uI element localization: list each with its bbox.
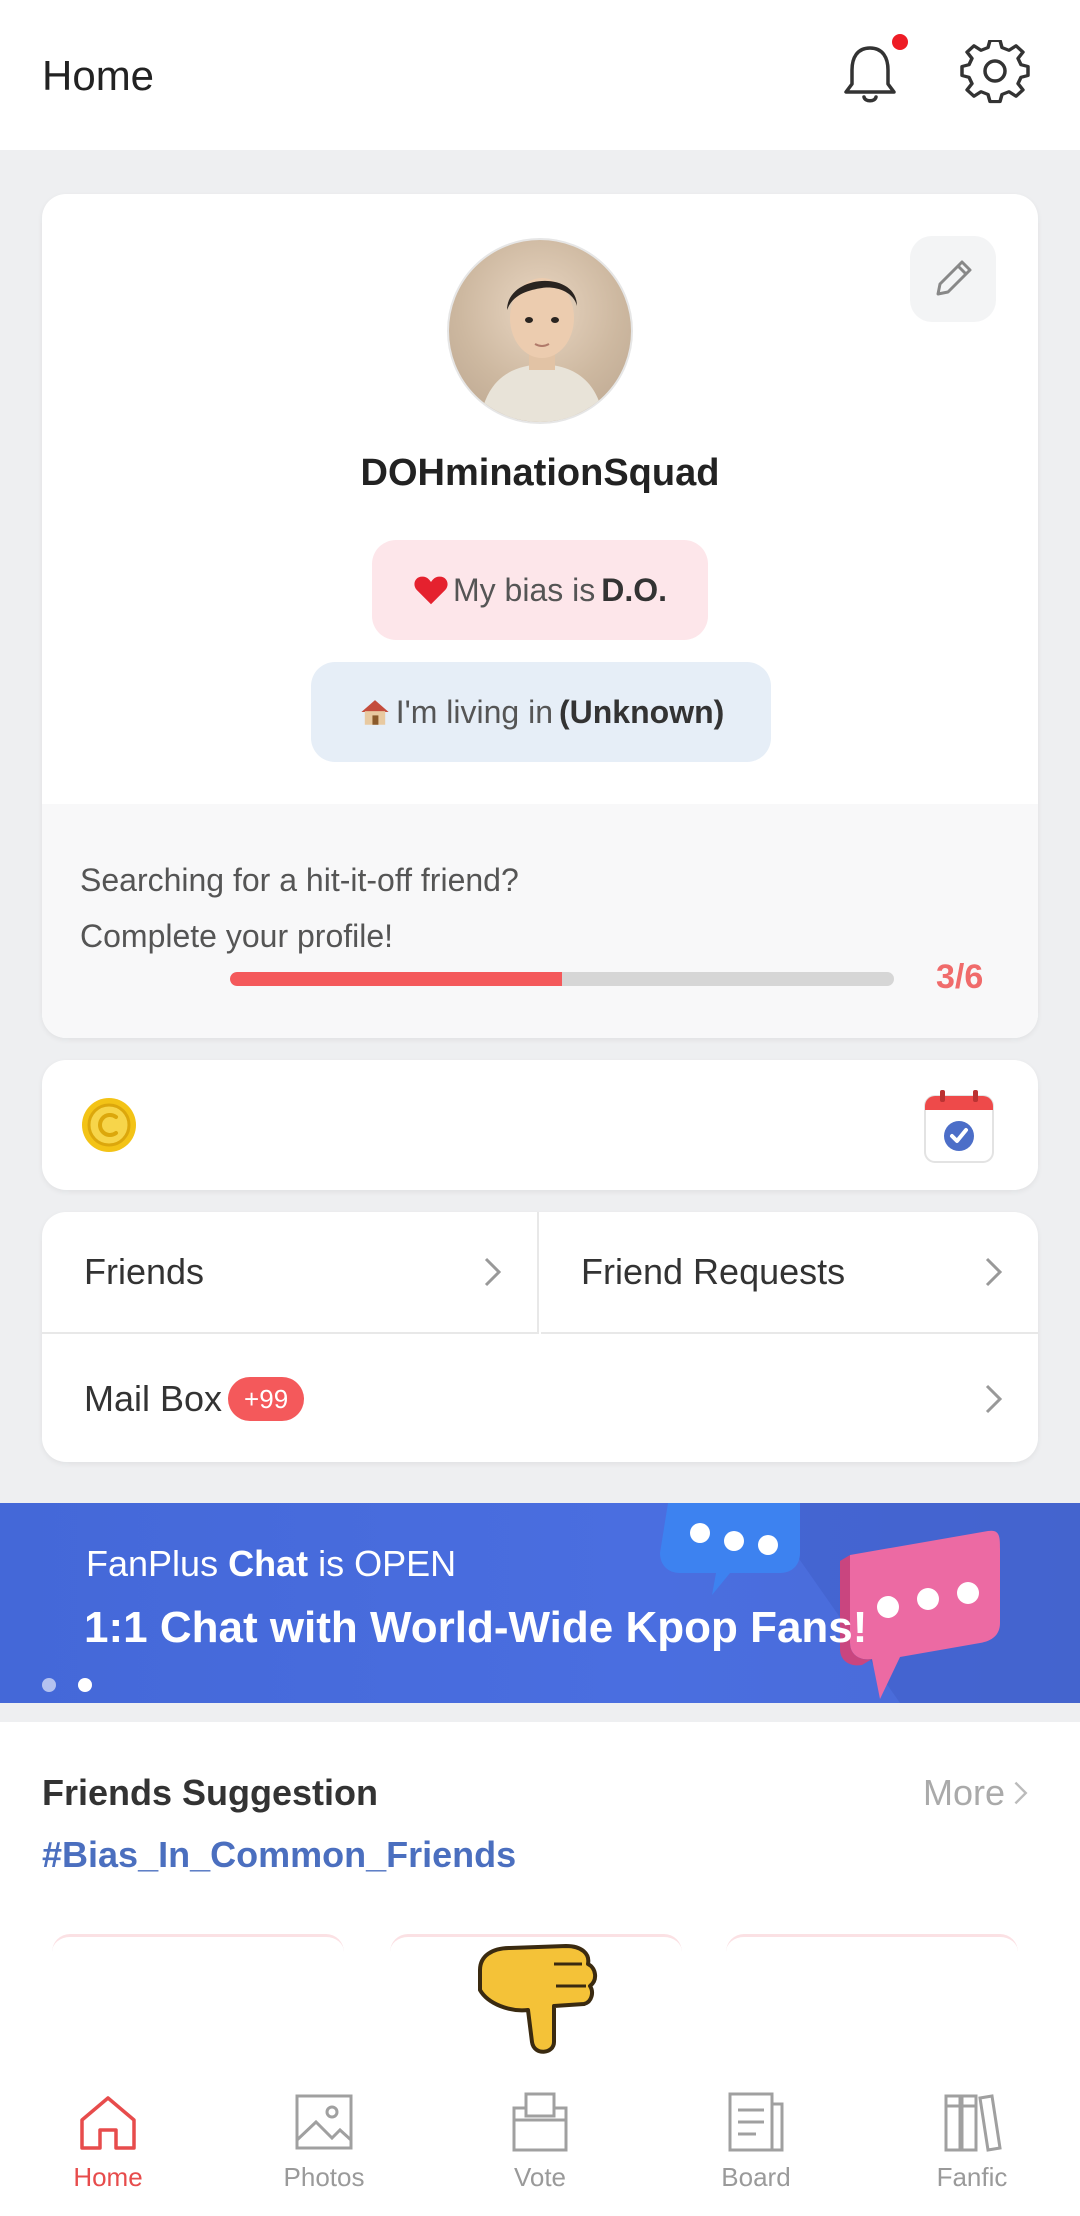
more-label: More bbox=[923, 1772, 1006, 1813]
section-title: Friends Suggestion bbox=[42, 1772, 379, 1813]
profile-progress-bar bbox=[230, 972, 894, 986]
banner-brand-bold: Chat bbox=[228, 1543, 309, 1584]
edit-profile-button[interactable] bbox=[910, 236, 996, 322]
profile-completion-section[interactable]: Searching for a hit-it-off friend? Compl… bbox=[42, 804, 1038, 1038]
bias-pill[interactable]: My bias is D.O. bbox=[372, 540, 708, 640]
tab-label: Home bbox=[73, 2162, 143, 2192]
location-value: (Unknown) bbox=[558, 693, 725, 730]
profile-progress-fill bbox=[230, 972, 562, 986]
tab-home[interactable]: Home bbox=[28, 2090, 188, 2210]
coin-card bbox=[42, 1060, 1038, 1190]
mail-count-badge: +99 bbox=[228, 1377, 305, 1421]
mail-box-menu-item[interactable]: Mail Box +99 bbox=[42, 1336, 1038, 1462]
mail-box-label: Mail Box bbox=[84, 1378, 223, 1419]
banner-subheadline: 1:1 Chat with World-Wide Kpop Fans! bbox=[84, 1603, 868, 1652]
suggestion-card[interactable] bbox=[52, 1934, 344, 1964]
location-prefix: I'm living in bbox=[395, 693, 553, 730]
notification-bell-icon[interactable] bbox=[835, 40, 905, 110]
banner-page-dot[interactable] bbox=[78, 1678, 92, 1692]
chat-promo-banner[interactable]: FanPlus Chat is OPEN 1:1 Chat with World… bbox=[0, 1503, 1080, 1703]
photos-icon bbox=[295, 2094, 353, 2150]
completion-prompt-line1: Searching for a hit-it-off friend? bbox=[80, 862, 519, 898]
board-icon bbox=[728, 2092, 784, 2152]
banner-suffix: is OPEN bbox=[318, 1543, 457, 1584]
house-icon bbox=[361, 700, 389, 725]
friends-label: Friends bbox=[84, 1251, 205, 1292]
heart-icon bbox=[414, 576, 448, 605]
banner-headline: FanPlus Chat is OPEN bbox=[86, 1543, 456, 1585]
location-pill[interactable]: I'm living in (Unknown) bbox=[311, 662, 771, 762]
tab-photos[interactable]: Photos bbox=[244, 2090, 404, 2210]
avatar[interactable] bbox=[447, 238, 633, 424]
attendance-calendar-icon[interactable] bbox=[922, 1088, 996, 1164]
banner-page-dot[interactable] bbox=[42, 1678, 56, 1692]
completion-prompt: Searching for a hit-it-off friend? Compl… bbox=[80, 852, 519, 964]
suggestion-card[interactable] bbox=[726, 1934, 1018, 1964]
coin-icon[interactable] bbox=[80, 1096, 138, 1154]
notification-dot bbox=[892, 34, 908, 50]
pencil-icon bbox=[936, 260, 972, 296]
completion-prompt-line2: Complete your profile! bbox=[80, 918, 394, 954]
friends-menu-item[interactable]: Friends bbox=[42, 1212, 539, 1334]
settings-gear-icon[interactable] bbox=[960, 38, 1030, 110]
chevron-right-icon bbox=[985, 1257, 1003, 1287]
tab-fanfic[interactable]: Fanfic bbox=[892, 2090, 1052, 2210]
bias-prefix: My bias is bbox=[452, 571, 596, 608]
tab-vote[interactable]: Vote bbox=[460, 2090, 620, 2210]
chevron-right-icon bbox=[985, 1384, 1003, 1414]
suggestion-hashtag[interactable]: #Bias_In_Common_Friends bbox=[42, 1834, 516, 1876]
bias-value: D.O. bbox=[601, 571, 668, 608]
tab-board[interactable]: Board bbox=[676, 2090, 836, 2210]
chevron-right-icon bbox=[1014, 1781, 1028, 1805]
more-link[interactable]: More bbox=[923, 1772, 1029, 1814]
friends-menu-card: Friends Friend Requests Mail Box +99 bbox=[42, 1212, 1038, 1462]
friend-requests-menu-item[interactable]: Friend Requests bbox=[541, 1212, 1038, 1334]
page-title: Home bbox=[42, 52, 155, 99]
vote-icon bbox=[512, 2092, 568, 2152]
username: DOHminationSquad bbox=[360, 452, 720, 494]
fanfic-icon bbox=[944, 2094, 1002, 2152]
tab-label: Fanfic bbox=[936, 2162, 1008, 2192]
bottom-tab-bar: Home Photos Vote Board Fanfic bbox=[0, 2060, 1080, 2216]
tab-label: Board bbox=[721, 2162, 791, 2192]
home-icon bbox=[80, 2096, 136, 2150]
profile-card: DOHminationSquad My bias is D.O. I'm liv… bbox=[42, 194, 1038, 1038]
tab-label: Photos bbox=[283, 2162, 365, 2192]
friend-requests-label: Friend Requests bbox=[581, 1251, 846, 1292]
progress-label: 3/6 bbox=[936, 958, 984, 996]
tab-label: Vote bbox=[513, 2162, 567, 2192]
chevron-right-icon bbox=[484, 1257, 502, 1287]
banner-brand: FanPlus bbox=[86, 1543, 219, 1584]
pointing-hand-icon bbox=[470, 1930, 610, 2060]
app-header: Home bbox=[0, 0, 1080, 150]
